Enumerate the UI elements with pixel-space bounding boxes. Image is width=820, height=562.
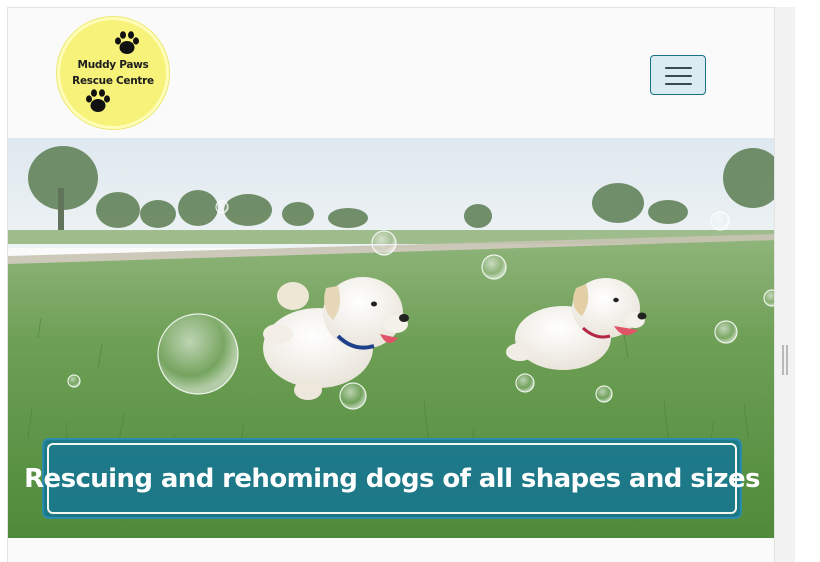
hero-banner-frame: Rescuing and rehoming dogs of all shapes… <box>24 443 760 514</box>
navbar: Muddy Paws Rescue Centre <box>8 8 774 138</box>
hamburger-menu-icon-bar <box>665 75 692 77</box>
hamburger-menu-icon-bar <box>665 83 692 85</box>
site-logo-link[interactable]: Muddy Paws Rescue Centre <box>57 17 169 129</box>
hero-tagline: Rescuing and rehoming dogs of all shapes… <box>24 463 760 494</box>
paw-print-icon <box>86 89 110 112</box>
menu-toggle-button[interactable] <box>650 55 706 95</box>
logo-text-line2: Rescue Centre <box>72 75 154 87</box>
paw-print-icon <box>115 31 139 54</box>
hero-banner: Rescuing and rehoming dogs of all shapes… <box>24 438 760 519</box>
hero-section: Rescuing and rehoming dogs of all shapes… <box>8 138 774 538</box>
hamburger-menu-icon <box>665 67 692 69</box>
logo-text-line1: Muddy Paws <box>77 59 149 71</box>
window-scrollbar-track[interactable] <box>775 7 795 562</box>
page: Muddy Paws Rescue Centre Rescuing and re… <box>7 7 775 562</box>
resize-handle[interactable] <box>781 345 789 375</box>
